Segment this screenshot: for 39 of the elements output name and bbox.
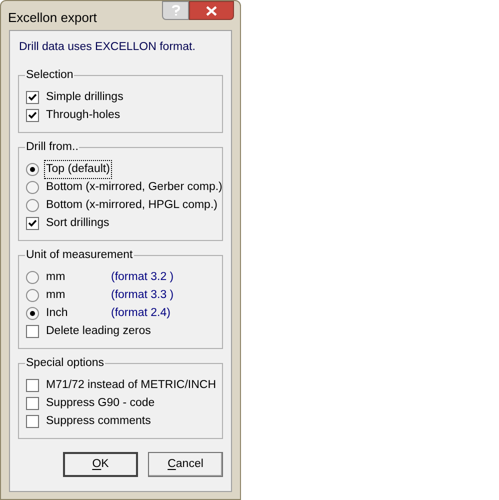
option-label: mm (45, 270, 66, 283)
option-label: Simple drillings (45, 90, 124, 105)
option-label: Delete leading zeros (45, 324, 152, 339)
option-label: Inch (45, 306, 69, 319)
radio-button[interactable] (26, 162, 39, 176)
radio-button[interactable] (26, 288, 39, 302)
option-label: M71/72 instead of METRIC/INCH (45, 378, 218, 393)
help-icon (172, 5, 180, 16)
radio-button[interactable] (26, 198, 39, 212)
format-label: (format 3.2 ) (111, 270, 174, 285)
checkbox[interactable] (26, 324, 39, 338)
option-label: Through-holes (45, 108, 122, 123)
checkmark-icon (28, 218, 37, 228)
option-label: Suppress comments (45, 414, 152, 429)
group-title: Special options (25, 356, 105, 370)
option-label: Bottom (x-mirrored, Gerber comp.) (45, 180, 224, 195)
checkbox[interactable] (26, 90, 39, 104)
option-label: Sort drillings (45, 216, 110, 231)
checkbox[interactable] (26, 396, 39, 410)
format-label: (format 3.3 ) (111, 288, 174, 303)
checkbox[interactable] (26, 414, 39, 428)
checkbox[interactable] (26, 108, 39, 122)
option-label: Bottom (x-mirrored, HPGL comp.) (45, 198, 218, 213)
help-button[interactable] (162, 1, 189, 20)
radio-button[interactable] (26, 180, 39, 194)
checkbox[interactable] (26, 216, 39, 230)
close-button[interactable] (189, 1, 234, 20)
option-label: Suppress G90 - code (45, 396, 156, 411)
radio-button[interactable] (26, 306, 39, 320)
option-label: mm (45, 288, 66, 301)
checkbox[interactable] (26, 378, 39, 392)
format-label: (format 2.4) (111, 306, 170, 321)
dialog-button[interactable]: OK (63, 452, 138, 478)
close-icon (206, 6, 217, 16)
radio-button[interactable] (26, 270, 39, 284)
dialog-button[interactable]: Cancel (148, 452, 223, 478)
window-title: Excellon export (8, 9, 97, 27)
intro-text: Drill data uses EXCELLON format. (19, 40, 196, 55)
option-label: Top (default) (45, 160, 111, 178)
